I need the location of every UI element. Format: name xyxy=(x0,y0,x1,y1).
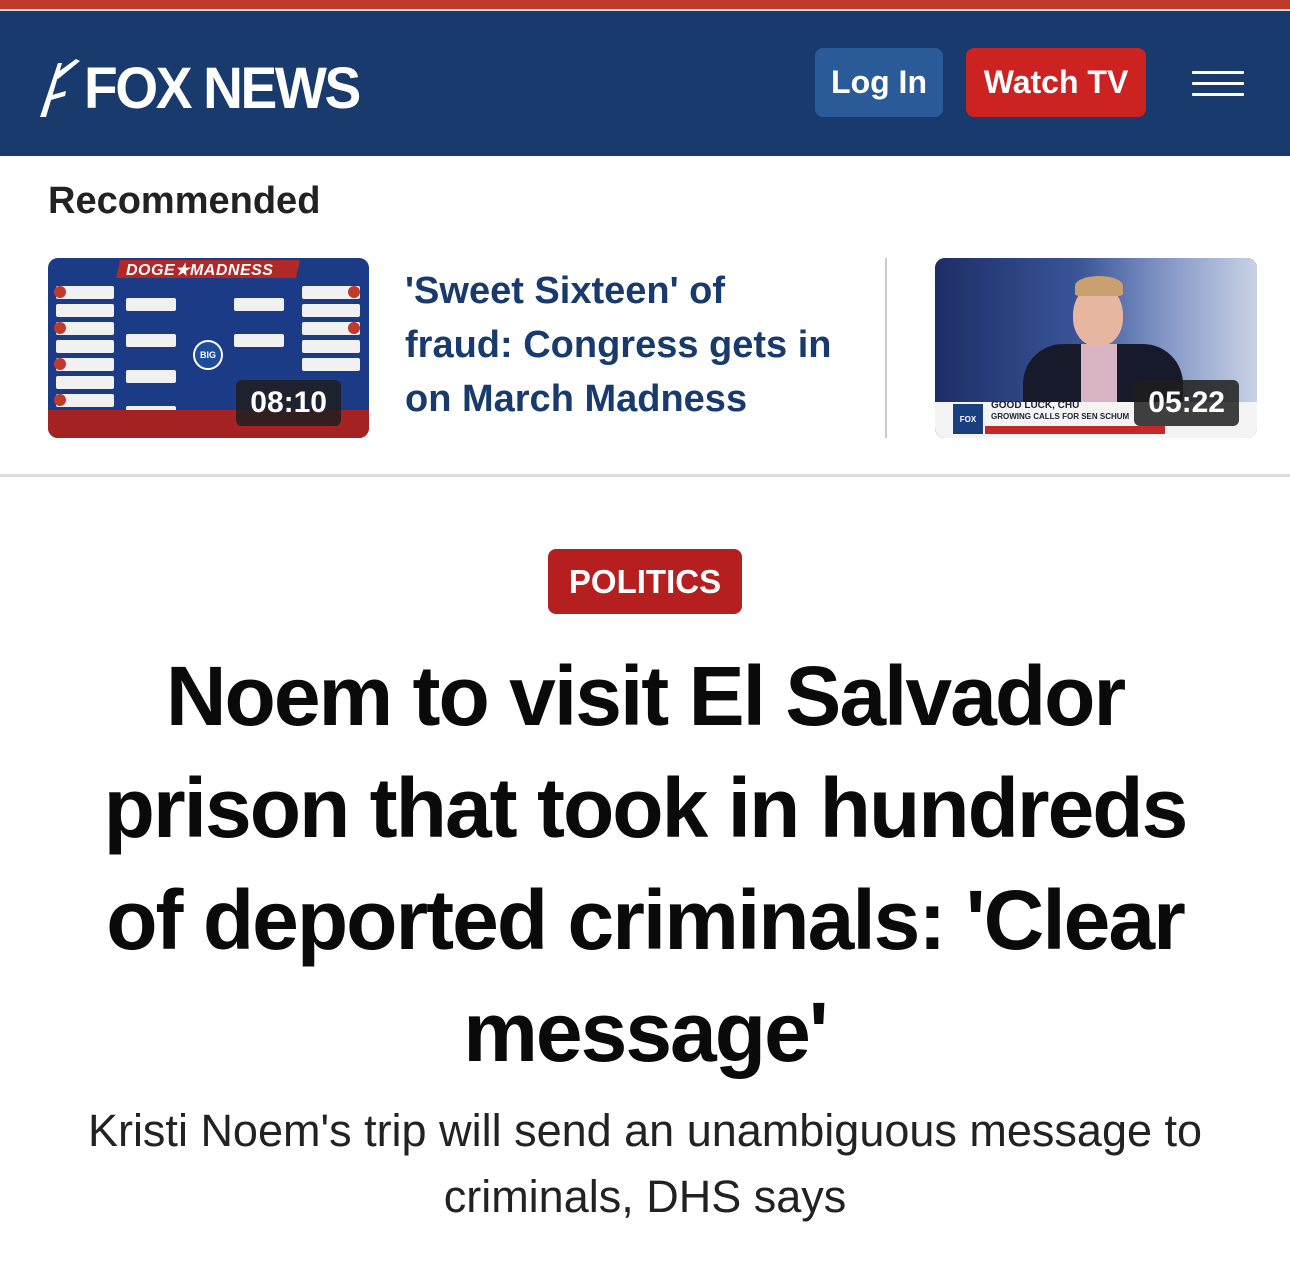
fox-news-logo[interactable]: FOX NEWS xyxy=(36,53,373,123)
site-header: FOX NEWS Log In Watch TV xyxy=(0,11,1290,156)
section-divider xyxy=(0,474,1290,477)
top-accent-stripe xyxy=(0,0,1290,11)
video-thumbnail-doge-madness[interactable]: DOGE★MADNESS BIG 08:10 xyxy=(48,258,369,438)
fox-logo-mark-icon xyxy=(40,59,80,117)
article-headline: Noem to visit El Salvador prison that to… xyxy=(103,649,1189,1079)
recommended-headline[interactable]: 'Sweet Sixteen' of fraud: Congress gets … xyxy=(405,264,835,426)
video-duration: 08:10 xyxy=(236,380,341,426)
logo-wordmark: FOX NEWS xyxy=(84,55,361,121)
article-subheadline: Kristi Noem's trip will send an unambigu… xyxy=(87,1105,1203,1222)
login-button[interactable]: Log In xyxy=(815,48,943,117)
fox-news-bug-icon: FOX xyxy=(953,404,983,434)
recommended-heading: Recommended xyxy=(48,180,321,222)
watch-tv-button[interactable]: Watch TV xyxy=(966,48,1146,117)
big-weekend-show-logo: BIG xyxy=(193,340,223,370)
vertical-divider xyxy=(885,258,887,438)
video-thumbnail-studio[interactable]: GOOD LUCK, CHU GROWING CALLS FOR SEN SCHU… xyxy=(935,258,1257,438)
hamburger-menu-icon[interactable] xyxy=(1192,71,1244,97)
lower-third-text: GOOD LUCK, CHU GROWING CALLS FOR SEN SCHU… xyxy=(991,400,1130,421)
banner-text: DOGE★MADNESS xyxy=(126,262,274,279)
category-badge[interactable]: POLITICS xyxy=(548,549,742,614)
video-duration: 05:22 xyxy=(1134,380,1239,426)
